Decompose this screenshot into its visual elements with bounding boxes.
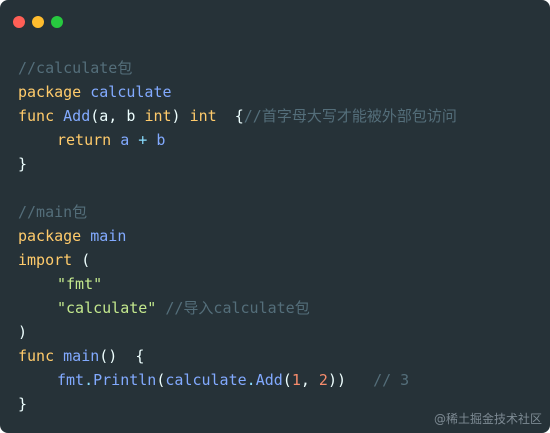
code-line-11: "calculate" //导入calculate包 — [18, 296, 457, 320]
keyword-func: func — [18, 347, 55, 365]
operator: + — [138, 131, 148, 149]
import-string: "calculate" — [57, 299, 157, 317]
code-line-1: //calculate包 — [18, 56, 457, 80]
paren: ) — [327, 371, 337, 389]
identifier: b — [156, 131, 166, 149]
function-name: Add — [63, 107, 91, 125]
code-line-9: import ( — [18, 248, 457, 272]
paren: ( — [81, 251, 91, 269]
parens: () — [99, 347, 118, 365]
paren: ) — [18, 323, 28, 341]
keyword-return: return — [57, 131, 112, 149]
number-literal: 2 — [318, 371, 328, 389]
brace: } — [18, 395, 28, 413]
comment: //calculate包 — [18, 59, 133, 77]
code-line-14: fmt.Println(calculate.Add(1, 2)) // 3 — [18, 368, 457, 392]
brace: { — [234, 107, 244, 125]
code-line-2: package calculate — [18, 80, 457, 104]
comment: //main包 — [18, 203, 88, 221]
code-line-8: package main — [18, 224, 457, 248]
paren: ( — [90, 107, 100, 125]
keyword-func: func — [18, 107, 55, 125]
maximize-dot-icon[interactable] — [51, 16, 63, 28]
params: a, b — [99, 107, 136, 125]
package-ref: calculate — [165, 371, 247, 389]
code-line-6-blank — [18, 176, 457, 200]
code-line-3: func Add(a, b int) int {//首字母大写才能被外部包访问 — [18, 104, 457, 128]
package-ref: fmt — [57, 371, 85, 389]
code-line-5: } — [18, 152, 457, 176]
paren: ) — [171, 107, 181, 125]
comment: //首字母大写才能被外部包访问 — [243, 107, 457, 125]
dot: . — [84, 371, 94, 389]
brace: { — [135, 347, 145, 365]
return-type: int — [189, 107, 217, 125]
comma: , — [300, 371, 310, 389]
code-block: //calculate包 package calculate func Add(… — [18, 56, 457, 416]
paren: ) — [336, 371, 346, 389]
keyword-package: package — [18, 227, 82, 245]
comment: //导入calculate包 — [165, 299, 310, 317]
code-line-10: "fmt" — [18, 272, 457, 296]
dot: . — [246, 371, 256, 389]
package-name: main — [90, 227, 127, 245]
paren: ( — [282, 371, 292, 389]
code-line-15: } — [18, 392, 457, 416]
window-controls — [13, 16, 63, 28]
package-name: calculate — [90, 83, 172, 101]
code-line-4: return a + b — [18, 128, 457, 152]
code-line-13: func main() { — [18, 344, 457, 368]
keyword-package: package — [18, 83, 82, 101]
comment: // 3 — [373, 371, 410, 389]
method-name: Println — [93, 371, 157, 389]
code-line-12: ) — [18, 320, 457, 344]
method-name: Add — [255, 371, 283, 389]
keyword-import: import — [18, 251, 73, 269]
close-dot-icon[interactable] — [13, 16, 25, 28]
import-string: "fmt" — [57, 275, 103, 293]
type-int: int — [144, 107, 172, 125]
number-literal: 1 — [291, 371, 301, 389]
brace: } — [18, 155, 28, 173]
code-line-7: //main包 — [18, 200, 457, 224]
identifier: a — [120, 131, 130, 149]
code-window: //calculate包 package calculate func Add(… — [0, 0, 550, 433]
watermark: @稀土掘金技术社区 — [433, 412, 542, 426]
function-name: main — [63, 347, 100, 365]
minimize-dot-icon[interactable] — [32, 16, 44, 28]
